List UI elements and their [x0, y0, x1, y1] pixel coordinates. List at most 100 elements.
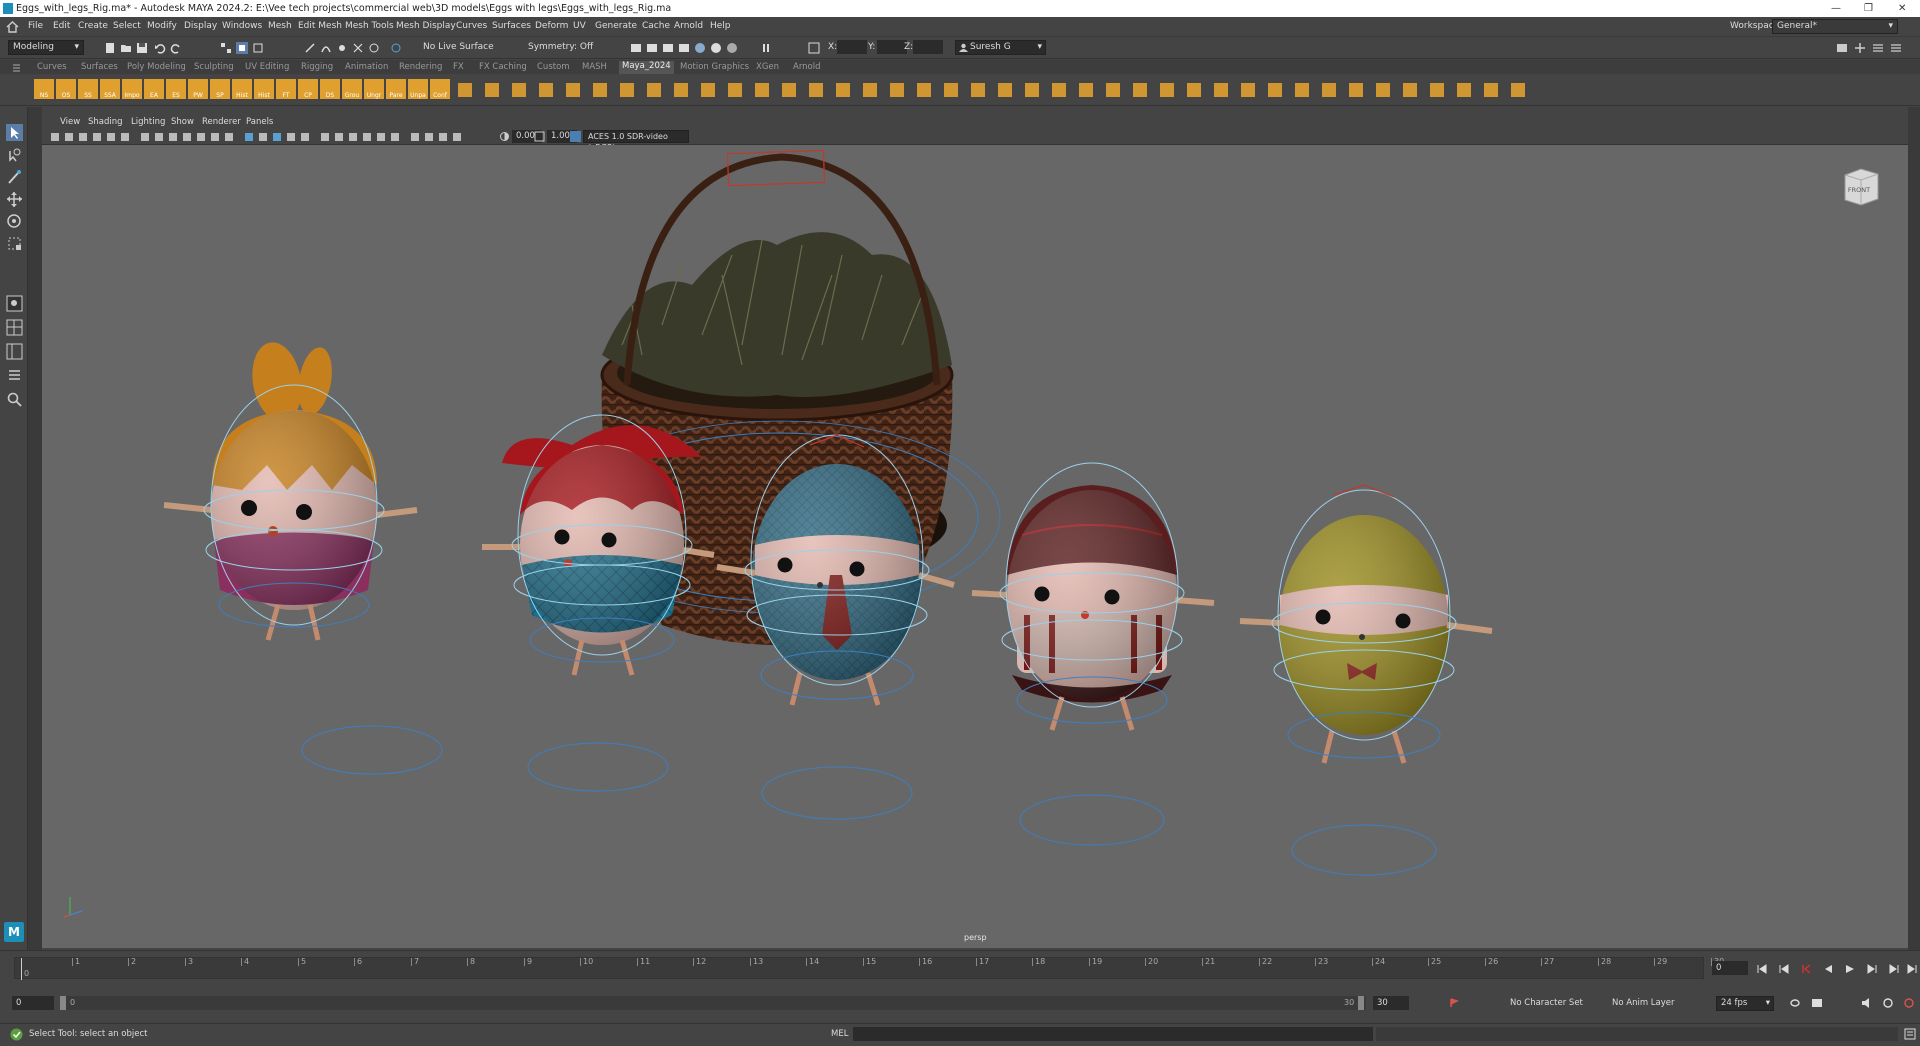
- duplicate-icon[interactable]: [1185, 81, 1205, 101]
- menu-help[interactable]: Help: [710, 21, 731, 31]
- z-field[interactable]: [913, 40, 943, 54]
- menu-surfaces[interactable]: Surfaces: [492, 21, 531, 31]
- center-pivot-icon[interactable]: [1023, 81, 1043, 101]
- gamma-icon[interactable]: [534, 131, 545, 142]
- menu-curves[interactable]: Curves: [456, 21, 487, 31]
- quad-draw-icon[interactable]: [942, 81, 962, 101]
- textured-icon[interactable]: [300, 132, 310, 142]
- menu-modify[interactable]: Modify: [147, 21, 177, 31]
- script-language-toggle[interactable]: MEL: [831, 1029, 848, 1039]
- shelf-button-pare[interactable]: Pare: [386, 79, 406, 99]
- auto-key-icon[interactable]: [1448, 997, 1460, 1009]
- close-icon[interactable]: ✕: [1898, 0, 1906, 17]
- torus-icon[interactable]: [807, 81, 827, 101]
- select-hierarchy-icon[interactable]: [220, 42, 232, 54]
- shelf-button-conf[interactable]: Conf: [430, 79, 450, 99]
- extrude-icon[interactable]: [483, 81, 503, 101]
- shelf-tab-motion-graphics[interactable]: Motion Graphics: [680, 62, 749, 72]
- group-icon[interactable]: [1077, 81, 1097, 101]
- shelf-tab-poly-modeling[interactable]: Poly Modeling: [127, 62, 186, 72]
- shelf-button-es[interactable]: ES: [166, 79, 186, 99]
- play-backwards-icon[interactable]: [1822, 963, 1834, 975]
- y-field[interactable]: [877, 40, 907, 54]
- safe-action-icon[interactable]: [210, 132, 220, 142]
- menu-deform[interactable]: Deform: [535, 21, 568, 31]
- search-icon[interactable]: [6, 391, 23, 408]
- delete-history-icon[interactable]: [1050, 81, 1070, 101]
- resolution-gate-icon[interactable]: [168, 132, 178, 142]
- script-editor-icon[interactable]: [1904, 1028, 1916, 1040]
- shelf-button-impo[interactable]: Impo: [122, 79, 142, 99]
- ipr-render-icon[interactable]: [662, 42, 674, 54]
- gate-mask-icon[interactable]: [182, 132, 192, 142]
- shelf-tab-uv-editing[interactable]: UV Editing: [245, 62, 289, 72]
- open-scene-icon[interactable]: [120, 42, 132, 54]
- step-back-icon[interactable]: [1800, 963, 1812, 975]
- restore-icon[interactable]: ❐: [1864, 0, 1873, 17]
- freeze-icon[interactable]: [996, 81, 1016, 101]
- shaded-icon[interactable]: [1455, 81, 1475, 101]
- shelf-tab-surfaces[interactable]: Surfaces: [81, 62, 118, 72]
- menu-uv[interactable]: UV: [573, 21, 586, 31]
- textured-icon[interactable]: [1482, 81, 1502, 101]
- panel-menu-view[interactable]: View: [60, 117, 80, 127]
- view-cube[interactable]: FRONT: [1842, 167, 1880, 207]
- command-input[interactable]: [853, 1027, 1373, 1041]
- channel-box-icon[interactable]: [1890, 42, 1902, 54]
- panel-menu-renderer[interactable]: Renderer: [202, 117, 241, 127]
- end-time-field[interactable]: 30: [1373, 996, 1409, 1010]
- playback-options-icon[interactable]: [1882, 997, 1894, 1009]
- persp-outliner-layout-icon[interactable]: [6, 343, 23, 360]
- anti-aliasing-icon[interactable]: [376, 132, 386, 142]
- shelf-button-ssa[interactable]: SSA: [100, 79, 120, 99]
- transform-constraint-icon[interactable]: [808, 42, 820, 54]
- reverse-icon[interactable]: [1293, 81, 1313, 101]
- current-time-field[interactable]: 0: [1712, 961, 1748, 975]
- shelf-tab-fx[interactable]: FX: [453, 62, 464, 72]
- lasso-tool-icon[interactable]: [6, 147, 23, 164]
- step-forward-icon[interactable]: [1866, 963, 1878, 975]
- shelf-button-ungr[interactable]: Ungr: [364, 79, 384, 99]
- separate-icon[interactable]: [564, 81, 584, 101]
- shelf-button-grou[interactable]: Grou: [342, 79, 362, 99]
- select-component-icon[interactable]: [252, 42, 264, 54]
- minimize-icon[interactable]: —: [1831, 0, 1841, 17]
- paint-select-icon[interactable]: [6, 169, 23, 186]
- user-account-dropdown[interactable]: Suresh G ▾: [955, 40, 1046, 55]
- soften-icon[interactable]: [1239, 81, 1259, 101]
- step-forward-key-icon[interactable]: [1888, 963, 1900, 975]
- xray-icon[interactable]: [424, 132, 434, 142]
- range-start-handle[interactable]: [60, 996, 66, 1010]
- shelf-tab-fx-caching[interactable]: FX Caching: [479, 62, 527, 72]
- cube-icon[interactable]: [672, 81, 692, 101]
- lights-icon[interactable]: [1509, 81, 1529, 101]
- four-view-layout-icon[interactable]: [6, 319, 23, 336]
- menu-edit[interactable]: Edit: [53, 21, 70, 31]
- time-slider[interactable]: 1 2 3 4 5 6 7 8 9 10 11 12 13 14 15 16 17 18 19 20 21 22 23 24 2…: [0, 950, 1920, 985]
- merge-icon[interactable]: [915, 81, 935, 101]
- menu-set-dropdown[interactable]: Modeling ▾: [8, 40, 84, 55]
- view-transform-dropdown[interactable]: ACES 1.0 SDR-video (sRGB)▾: [583, 130, 689, 152]
- grid-icon[interactable]: [140, 132, 150, 142]
- shelf-button-sp[interactable]: SP: [210, 79, 230, 99]
- menu-windows[interactable]: Windows: [222, 21, 262, 31]
- workspace-dropdown[interactable]: General* ▾: [1772, 19, 1898, 34]
- bookmarks-icon[interactable]: [78, 132, 88, 142]
- symmetry-dropdown[interactable]: Symmetry: Off: [528, 42, 593, 52]
- safe-title-icon[interactable]: [224, 132, 234, 142]
- rotate-tool-icon[interactable]: [6, 213, 23, 230]
- shelf-tab-arnold[interactable]: Arnold: [793, 62, 821, 72]
- outliner-icon[interactable]: [6, 367, 23, 384]
- uv-editor-icon[interactable]: [969, 81, 989, 101]
- bevel-icon[interactable]: [456, 81, 476, 101]
- shelf-tab-custom[interactable]: Custom: [537, 62, 570, 72]
- field-chart-icon[interactable]: [196, 132, 206, 142]
- xray-joints-icon[interactable]: [438, 132, 448, 142]
- panel-menu-show[interactable]: Show: [171, 117, 194, 127]
- wireframe-on-shaded-icon[interactable]: [286, 132, 296, 142]
- combine-icon[interactable]: [537, 81, 557, 101]
- x-field[interactable]: [837, 40, 867, 54]
- plane-icon[interactable]: [780, 81, 800, 101]
- select-camera-icon[interactable]: [50, 132, 60, 142]
- wireframe-icon[interactable]: [1428, 81, 1448, 101]
